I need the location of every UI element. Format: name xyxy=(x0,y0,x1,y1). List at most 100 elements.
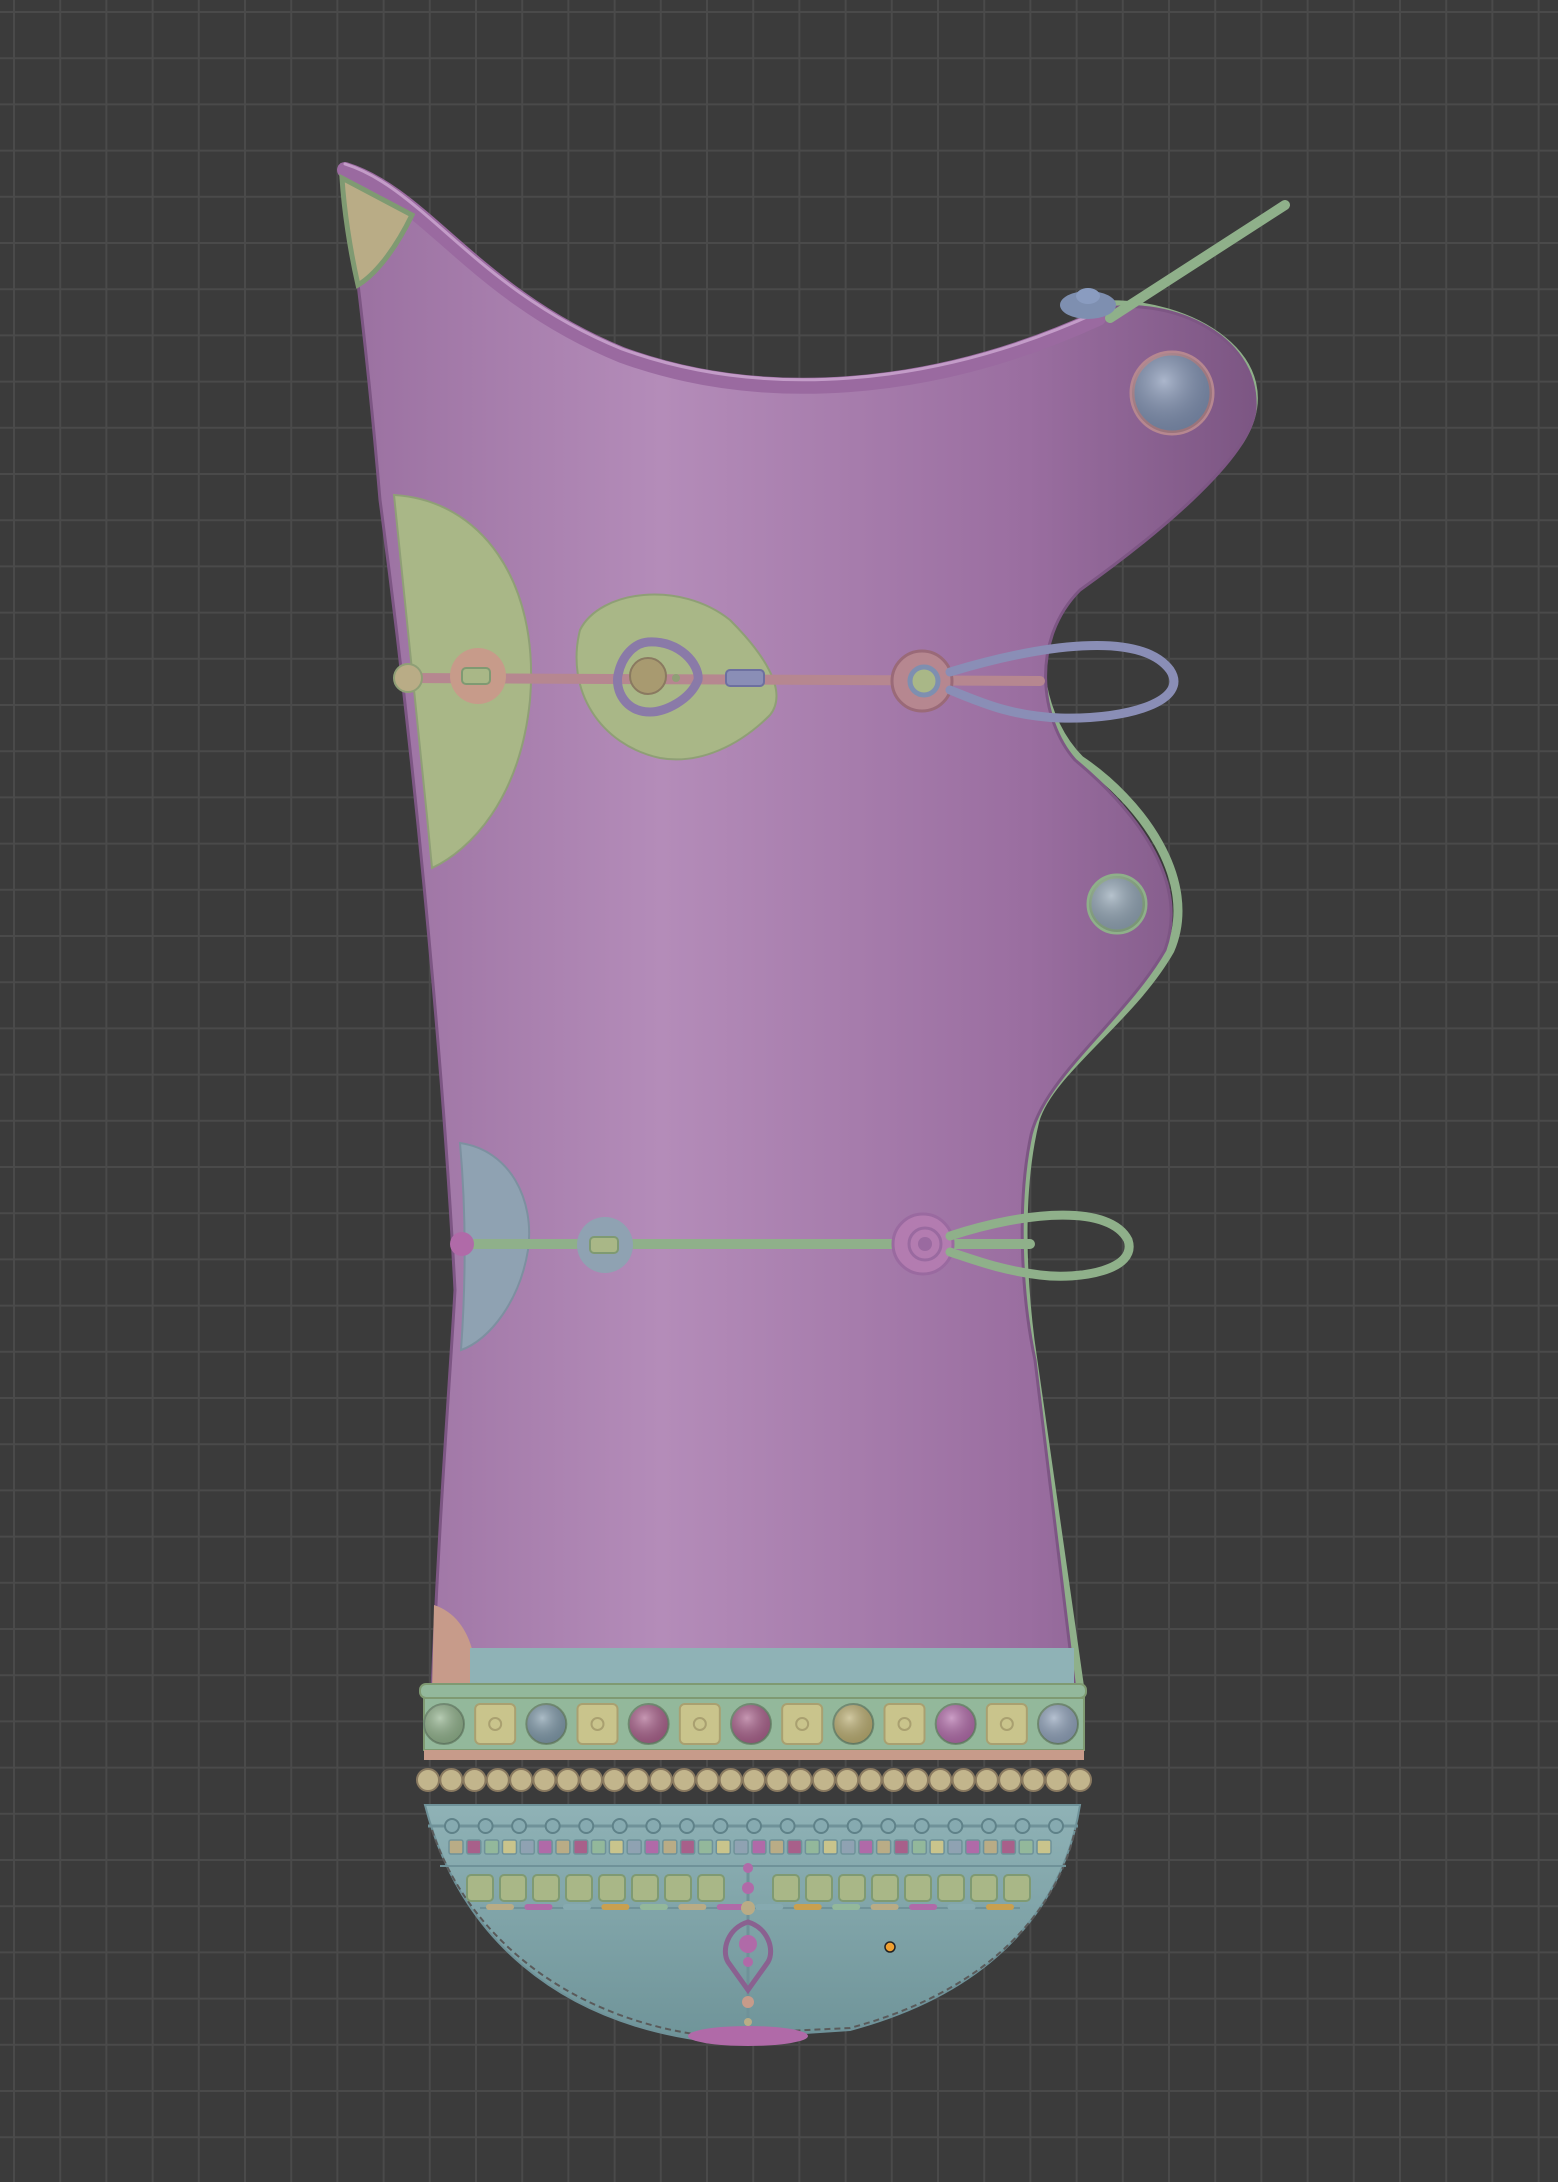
tiny-tile xyxy=(875,1839,892,1855)
tiny-tile xyxy=(840,1839,856,1855)
gem-band-tile xyxy=(985,1703,1028,1745)
dash-ornament xyxy=(793,1904,822,1910)
dash-ornament xyxy=(947,1904,976,1910)
cuff[interactable] xyxy=(416,1648,1092,2046)
tiny-tile xyxy=(964,1839,981,1855)
tiny-ring xyxy=(779,1818,796,1834)
upper-strap-end-cap xyxy=(393,663,423,693)
pendant-gem xyxy=(739,1935,757,1953)
tiny-ring xyxy=(1048,1818,1064,1834)
upper-strap-center-stud xyxy=(629,657,667,695)
upper-strap-buckle-right xyxy=(725,669,765,687)
square-tile xyxy=(499,1874,527,1902)
viewport-canvas[interactable] xyxy=(0,0,1558,2182)
tiny-tile xyxy=(804,1839,821,1855)
gem-band-tile xyxy=(678,1703,721,1745)
tiny-ring xyxy=(1014,1818,1031,1834)
needle-pin-nut-top xyxy=(1076,288,1100,304)
pendant-bead-6 xyxy=(744,2018,752,2026)
tiny-tile xyxy=(679,1839,696,1855)
bead xyxy=(835,1768,860,1792)
tiny-tile xyxy=(483,1839,500,1855)
back-stud-lower-shine xyxy=(1089,876,1145,932)
bead xyxy=(1021,1768,1046,1792)
gem-band-tile xyxy=(883,1703,926,1745)
needle-pin xyxy=(1105,200,1290,323)
bead xyxy=(672,1768,697,1792)
tiny-tile xyxy=(911,1839,928,1855)
square-tile xyxy=(697,1874,725,1902)
dash-ornament xyxy=(909,1904,938,1910)
bead xyxy=(532,1768,557,1792)
square-tile xyxy=(937,1874,965,1902)
cuff-bottom-cap xyxy=(688,2026,808,2046)
bead xyxy=(905,1768,929,1792)
square-tile xyxy=(598,1874,626,1902)
gem-band-gem-shine xyxy=(526,1704,567,1744)
tiny-tile xyxy=(822,1839,838,1855)
tiny-ring xyxy=(511,1818,528,1834)
tiny-ring xyxy=(678,1818,695,1834)
gem-band-tile xyxy=(576,1703,619,1745)
tiny-ring xyxy=(947,1818,964,1834)
tiny-ring xyxy=(746,1818,762,1834)
tiny-ring xyxy=(611,1818,628,1834)
square-tile xyxy=(532,1874,560,1902)
bead xyxy=(462,1768,487,1792)
bead xyxy=(765,1768,790,1792)
square-tile xyxy=(904,1874,932,1902)
tiny-tile xyxy=(519,1839,536,1855)
square-tile xyxy=(838,1874,866,1902)
pendant-bead-2 xyxy=(742,1882,754,1894)
square-tile xyxy=(1003,1874,1031,1902)
gem-band-top-trim xyxy=(419,1683,1087,1699)
gem-band-bottom-trim xyxy=(424,1750,1084,1760)
tiny-tile xyxy=(501,1839,518,1855)
tiny-ring xyxy=(544,1818,561,1834)
tiny-tile xyxy=(768,1839,785,1855)
tiny-tile xyxy=(644,1839,660,1855)
tiny-tile xyxy=(1036,1839,1052,1855)
bead xyxy=(416,1768,440,1792)
pendant-bead-4 xyxy=(743,1957,753,1967)
dash-ornament xyxy=(562,1904,591,1910)
bead xyxy=(579,1768,603,1792)
tiny-tile xyxy=(555,1839,571,1855)
gem-band-gem-shine xyxy=(833,1704,874,1744)
tiny-tile xyxy=(982,1839,999,1855)
gem-band-gem-shine xyxy=(935,1704,976,1744)
square-tile xyxy=(466,1874,494,1902)
bead xyxy=(485,1768,510,1792)
bead xyxy=(951,1768,976,1792)
tiny-tile xyxy=(466,1839,482,1855)
upper-strap-small-stud xyxy=(672,674,680,682)
tiny-tile xyxy=(590,1839,607,1855)
dash-ornament xyxy=(639,1904,668,1910)
square-tile xyxy=(631,1874,659,1902)
gem-band-tile xyxy=(474,1703,517,1745)
tiny-ring xyxy=(913,1818,930,1834)
tiny-tile xyxy=(448,1839,464,1855)
lower-strap-end-cap xyxy=(450,1232,474,1256)
tiny-tile xyxy=(715,1839,732,1855)
tiny-tile xyxy=(786,1839,803,1855)
bead xyxy=(974,1768,999,1792)
gem-band-tile xyxy=(781,1703,824,1745)
3d-viewport[interactable] xyxy=(0,0,1558,2182)
upper-strap-buckle-left xyxy=(461,667,491,685)
tiny-tile xyxy=(733,1839,749,1855)
gem-band-gem-shine xyxy=(731,1704,771,1744)
tiny-tile xyxy=(929,1839,945,1855)
bead xyxy=(439,1768,464,1792)
square-tile xyxy=(970,1874,998,1902)
pendant-bead-3 xyxy=(741,1901,755,1915)
back-stud-upper-shine xyxy=(1132,353,1212,433)
lower-strap-grommet-center xyxy=(918,1237,932,1251)
tiny-ring xyxy=(846,1818,863,1834)
object-origin-icon[interactable] xyxy=(884,1941,896,1953)
dash-ornament xyxy=(870,1904,899,1910)
tiny-ring xyxy=(712,1818,729,1834)
bead xyxy=(858,1768,883,1792)
bead xyxy=(555,1768,580,1792)
bead xyxy=(1044,1768,1069,1792)
